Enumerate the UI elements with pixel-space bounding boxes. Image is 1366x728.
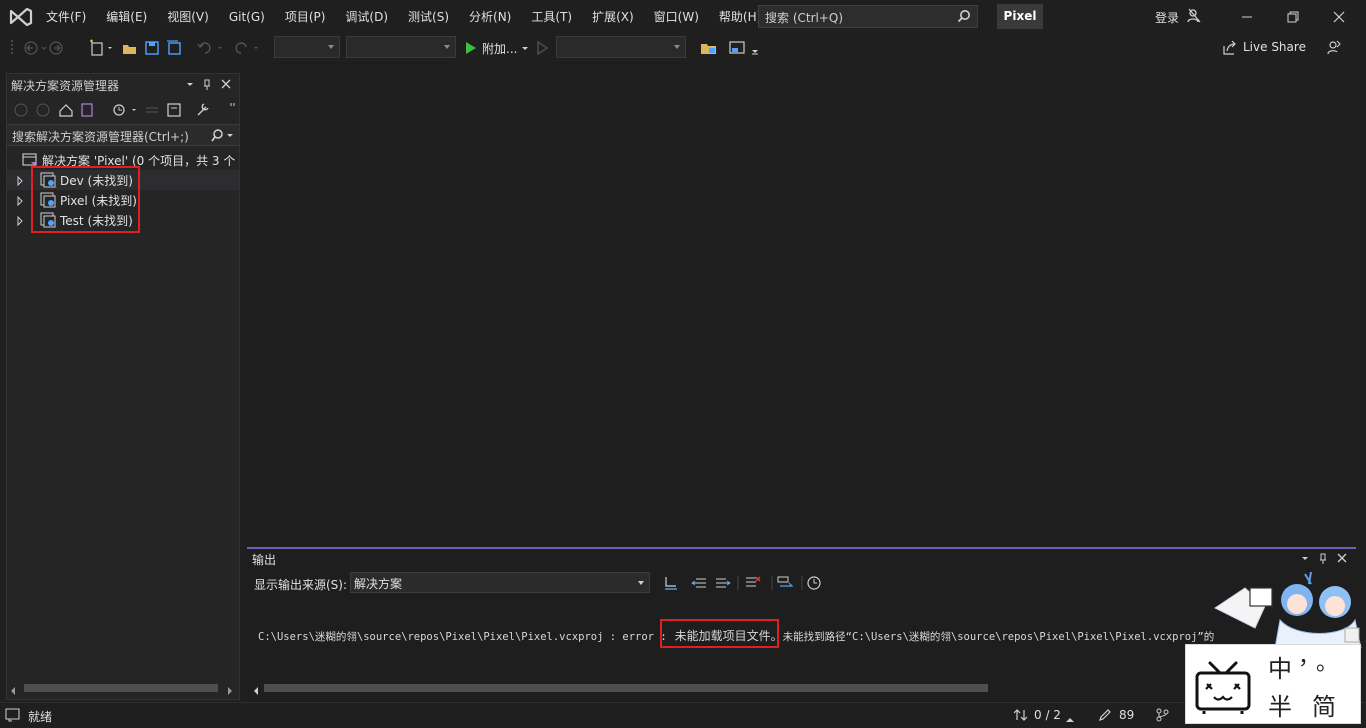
tv-logo-icon bbox=[1195, 661, 1251, 714]
navigate-back-forward-icon[interactable] bbox=[22, 38, 66, 58]
output-source-select[interactable]: 解决方案 bbox=[350, 572, 650, 593]
watermark-logo: 中 ， 。 半 简 bbox=[1185, 568, 1366, 724]
solution-horizontal-scrollbar[interactable] bbox=[7, 681, 239, 695]
panel-window-controls-icon[interactable] bbox=[1300, 552, 1352, 566]
signin-link[interactable]: 登录 bbox=[1155, 9, 1179, 26]
live-share-button[interactable]: Live Share bbox=[1243, 40, 1306, 54]
expand-arrow-icon[interactable] bbox=[17, 195, 23, 209]
undo-redo-icon[interactable] bbox=[196, 38, 262, 58]
anime-characters-illustration-icon bbox=[1214, 571, 1362, 648]
editor-area bbox=[243, 62, 1366, 546]
menu-bar: 文件(F) 编辑(E) 视图(V) Git(G) 项目(P) 调试(D) 测试(… bbox=[36, 0, 771, 34]
projects-highlight-box bbox=[31, 166, 140, 233]
watermark-char: 中 bbox=[1268, 655, 1292, 683]
menu-view[interactable]: 视图(V) bbox=[157, 0, 219, 34]
output-source-label: 显示输出来源(S): bbox=[254, 578, 348, 592]
visual-studio-logo-icon bbox=[8, 6, 34, 28]
search-icon bbox=[210, 129, 234, 146]
search-placeholder: 搜索 (Ctrl+Q) bbox=[765, 11, 844, 25]
scroll-right-icon[interactable] bbox=[227, 684, 233, 698]
expand-arrow-icon[interactable] bbox=[17, 175, 23, 189]
live-share-icon[interactable] bbox=[1222, 38, 1238, 58]
toolbar-grip-icon bbox=[10, 38, 14, 58]
solution-search-input[interactable]: 搜索解决方案资源管理器(Ctrl+;) bbox=[7, 124, 239, 146]
start-run-icon[interactable] bbox=[464, 38, 478, 58]
status-edits-count[interactable]: 89 bbox=[1119, 708, 1134, 722]
output-log-prefix: C:\Users\迷糊的翎\source\repos\Pixel\Pixel\P… bbox=[258, 631, 667, 643]
menu-debug[interactable]: 调试(D) bbox=[335, 0, 398, 34]
solution-explorer-title: 解决方案资源管理器 bbox=[11, 79, 120, 93]
startup-item-combo[interactable] bbox=[556, 36, 686, 58]
layout-toolbar-icon[interactable] bbox=[728, 38, 762, 58]
expand-arrow-icon[interactable] bbox=[17, 215, 23, 229]
feedback-icon[interactable] bbox=[1326, 38, 1342, 58]
watermark-char: 。 bbox=[1316, 651, 1339, 676]
git-branch-icon[interactable] bbox=[1155, 708, 1171, 725]
output-horizontal-scrollbar[interactable] bbox=[249, 681, 1189, 695]
attach-button[interactable]: 附加... bbox=[482, 40, 517, 57]
output-title: 输出 bbox=[252, 553, 277, 567]
sync-arrows-icon[interactable] bbox=[1013, 708, 1029, 725]
scrollbar-thumb[interactable] bbox=[24, 684, 218, 692]
status-ready-icon bbox=[5, 708, 21, 725]
platform-combo[interactable] bbox=[346, 36, 456, 58]
account-icon[interactable] bbox=[1186, 8, 1202, 27]
new-project-icon[interactable] bbox=[88, 38, 114, 58]
solution-name-badge: Pixel bbox=[997, 4, 1043, 29]
menu-extensions[interactable]: 扩展(X) bbox=[582, 0, 644, 34]
save-all-icon[interactable] bbox=[166, 38, 182, 58]
save-icon[interactable] bbox=[144, 38, 160, 58]
close-window-icon[interactable] bbox=[1316, 0, 1362, 34]
search-icon bbox=[957, 9, 971, 26]
open-folder-icon[interactable] bbox=[122, 38, 138, 58]
scroll-left-icon[interactable] bbox=[253, 684, 259, 698]
menu-file[interactable]: 文件(F) bbox=[36, 0, 96, 34]
chevron-down-icon bbox=[638, 581, 644, 585]
menu-project[interactable]: 项目(P) bbox=[275, 0, 336, 34]
menu-test[interactable]: 测试(S) bbox=[398, 0, 459, 34]
output-log-suffix: 未能找到路径“C:\Users\迷糊的翎\source\repos\Pixel\… bbox=[782, 631, 1215, 643]
watermark-char: 半 bbox=[1268, 693, 1292, 721]
status-ready-text: 就绪 bbox=[28, 710, 53, 724]
menu-edit[interactable]: 编辑(E) bbox=[96, 0, 157, 34]
watermark-char: 简 bbox=[1312, 693, 1336, 721]
pencil-icon[interactable] bbox=[1098, 708, 1112, 725]
scrollbar-thumb[interactable] bbox=[264, 684, 988, 692]
solution-folder-icon[interactable] bbox=[700, 38, 718, 58]
scroll-left-icon[interactable] bbox=[10, 684, 16, 698]
solution-explorer-toolbar-icon[interactable] bbox=[12, 100, 240, 120]
status-sync-count[interactable]: 0 / 2 bbox=[1034, 708, 1061, 722]
menu-window[interactable]: 窗口(W) bbox=[644, 0, 709, 34]
panel-window-controls-icon[interactable] bbox=[185, 78, 235, 92]
menu-tools[interactable]: 工具(T) bbox=[521, 0, 582, 34]
minimize-icon[interactable] bbox=[1224, 0, 1270, 34]
output-source-value: 解决方案 bbox=[354, 577, 403, 591]
watermark-card: 中 ， 。 半 简 bbox=[1185, 644, 1361, 724]
error-highlight-box bbox=[660, 619, 779, 648]
attach-dropdown-icon[interactable] bbox=[520, 38, 556, 58]
solution-search-placeholder: 搜索解决方案资源管理器(Ctrl+;) bbox=[12, 130, 189, 144]
output-toolbar-icon[interactable] bbox=[662, 574, 828, 592]
global-search-input[interactable]: 搜索 (Ctrl+Q) bbox=[758, 5, 978, 28]
menu-git[interactable]: Git(G) bbox=[219, 0, 275, 34]
restore-icon[interactable] bbox=[1270, 0, 1316, 34]
menu-analyze[interactable]: 分析(N) bbox=[459, 0, 521, 34]
chevron-up-icon[interactable] bbox=[1066, 712, 1074, 726]
configuration-combo[interactable] bbox=[274, 36, 340, 58]
